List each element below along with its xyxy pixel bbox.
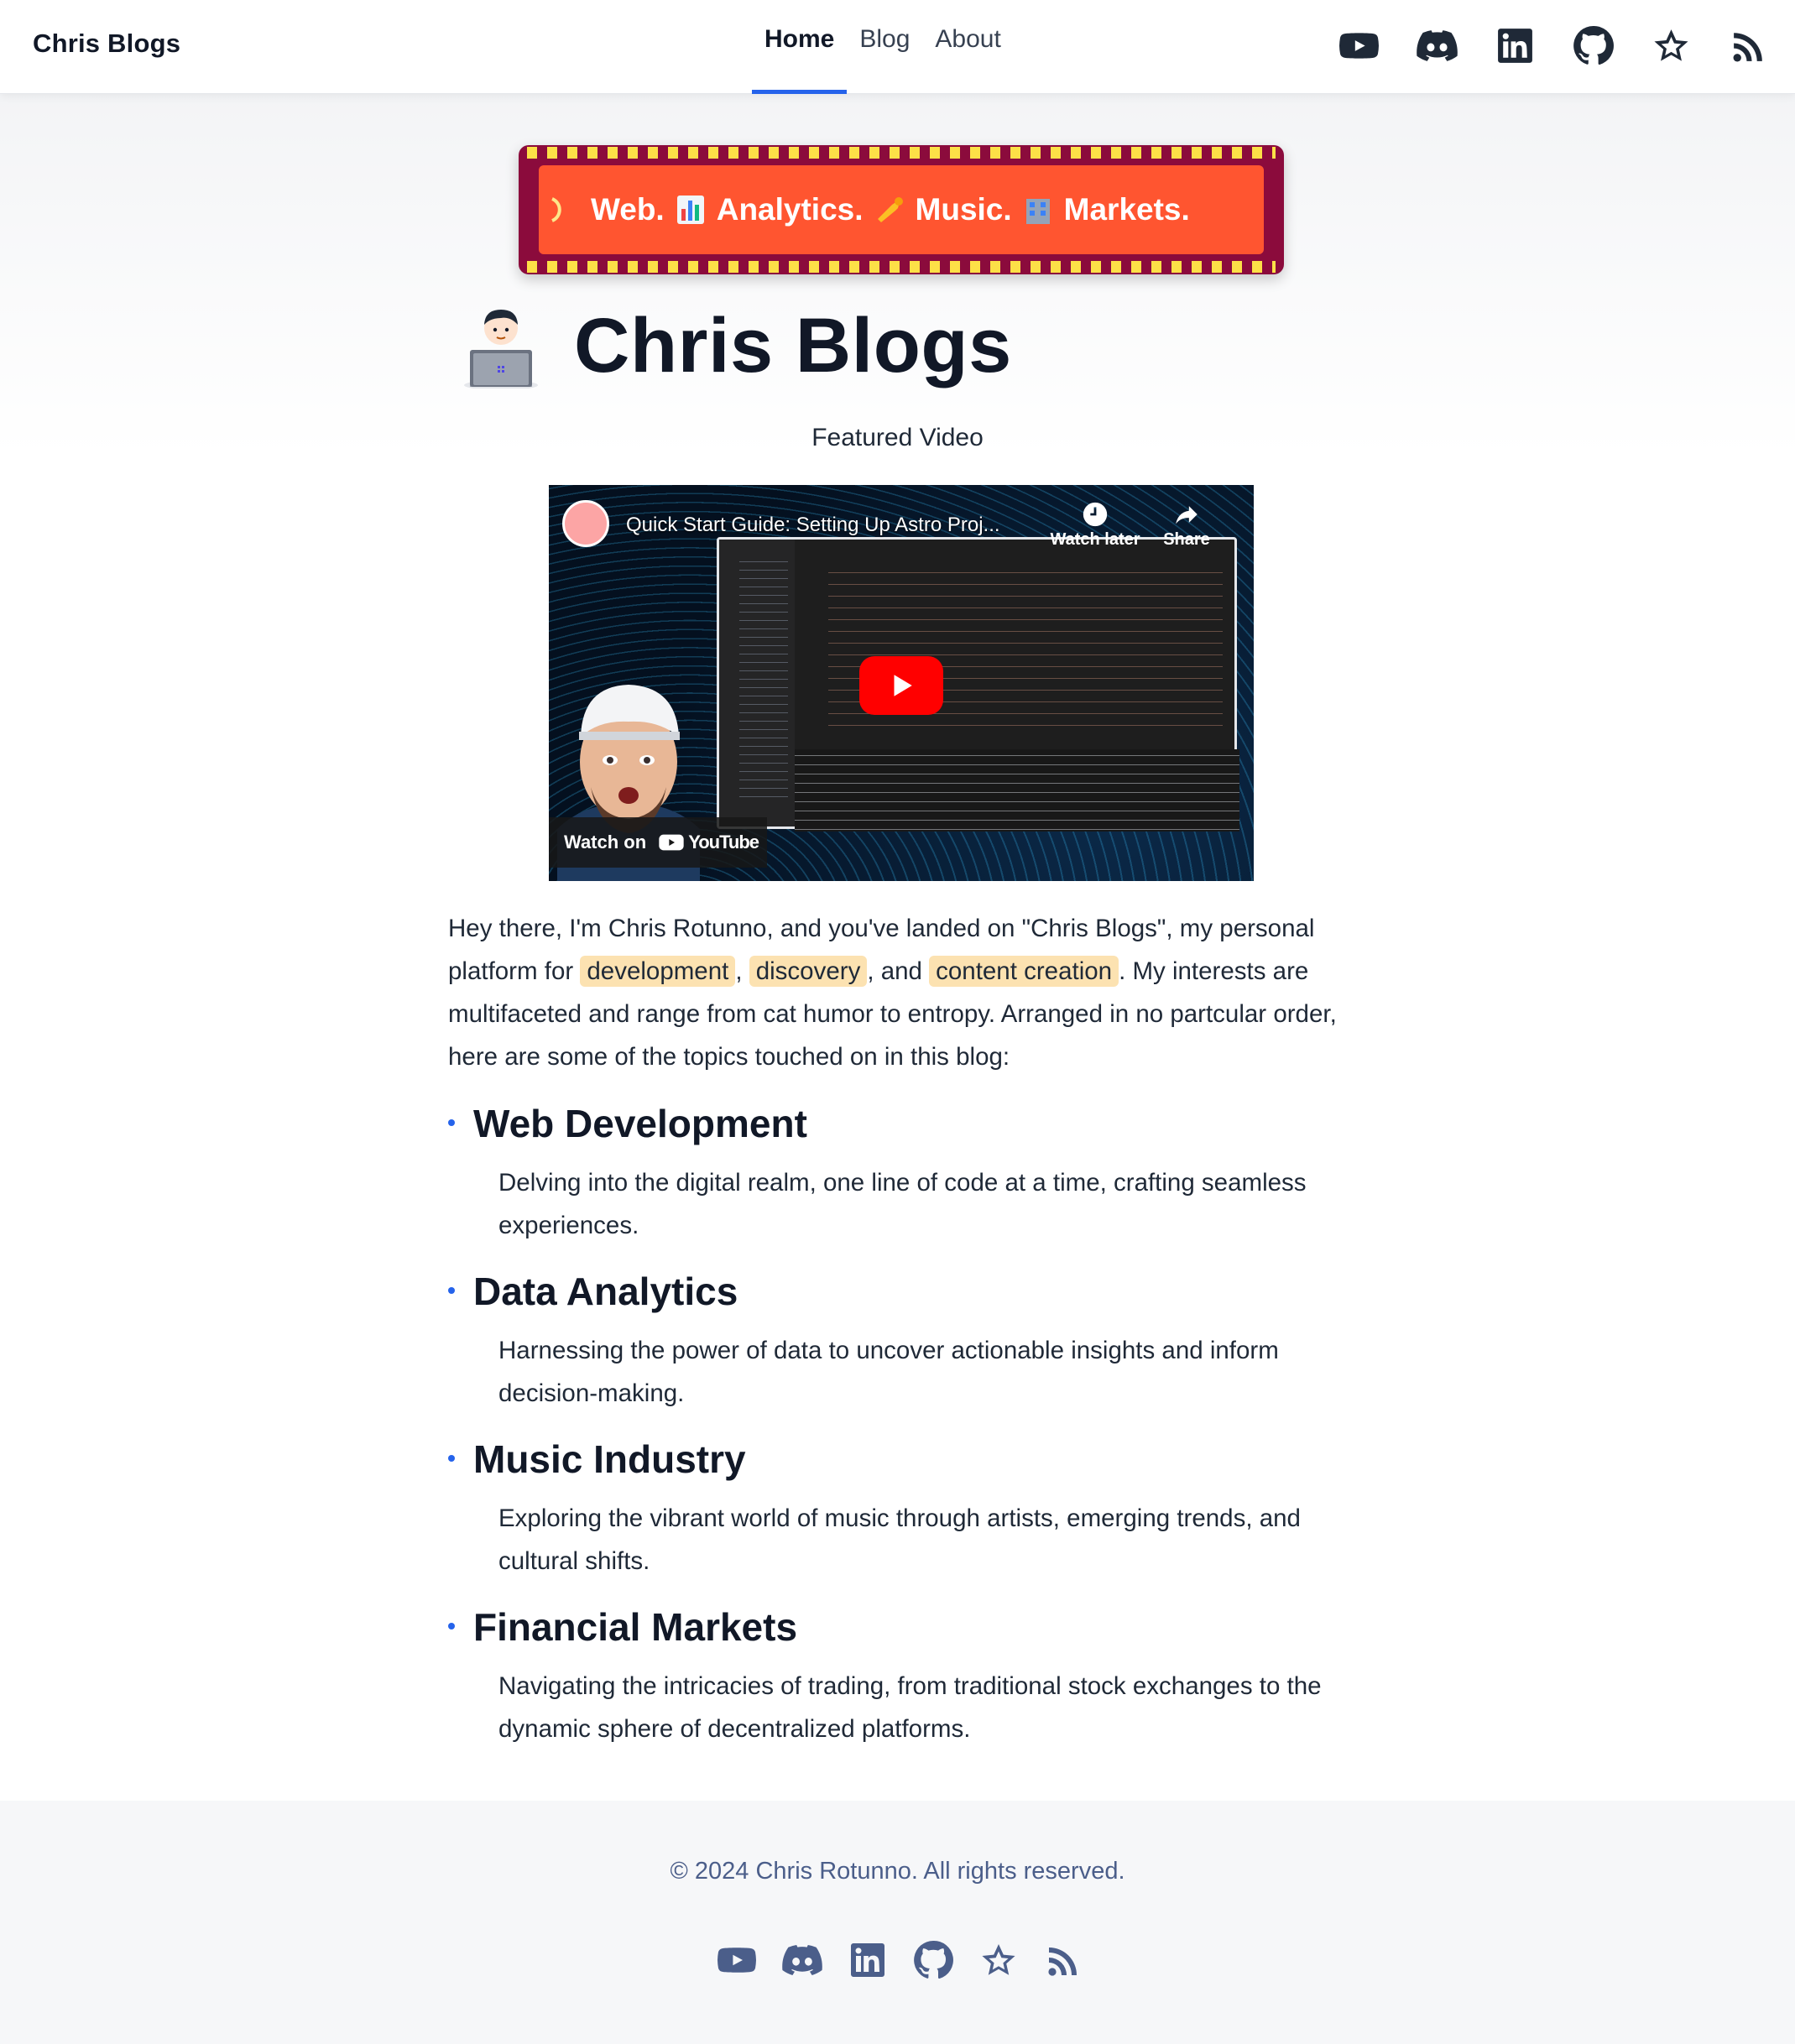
topic-title: Data Analytics: [473, 1270, 738, 1313]
youtube-wordmark: YouTube: [658, 829, 759, 856]
youtube-icon[interactable]: [717, 1940, 757, 1980]
site-footer: © 2024 Chris Rotunno. All rights reserve…: [0, 1801, 1795, 2044]
topic-title: Music Industry: [473, 1437, 746, 1481]
thumbnail-terminal: [795, 749, 1239, 832]
youtube-icon[interactable]: [1338, 25, 1380, 66]
linkedin-icon[interactable]: [1495, 25, 1536, 66]
star-icon[interactable]: [978, 1940, 1019, 1980]
brand-link[interactable]: Chris Blogs: [33, 29, 180, 59]
topic-title: Web Development: [473, 1102, 807, 1145]
globe-emoji-icon: [551, 194, 579, 226]
channel-avatar[interactable]: [562, 500, 609, 547]
tag-discovery[interactable]: discovery: [749, 956, 868, 987]
topic-description: Exploring the vibrant world of music thr…: [498, 1504, 1301, 1575]
intro-separator-2: , and: [867, 957, 930, 985]
watch-later-button[interactable]: Watch later: [1049, 500, 1141, 550]
tag-development[interactable]: development: [580, 956, 736, 987]
bullet-icon: [448, 1287, 455, 1294]
topic-description: Delving into the digital realm, one line…: [498, 1169, 1307, 1239]
youtube-embed[interactable]: Quick Start Guide: Setting Up Astro Proj…: [549, 485, 1254, 881]
nav-about[interactable]: About: [922, 25, 1013, 94]
marquee-text: Web. Analytics. Music. Markets.: [539, 192, 1190, 227]
share-label: Share: [1163, 530, 1210, 549]
discord-icon[interactable]: [1417, 25, 1458, 66]
star-icon[interactable]: [1651, 25, 1692, 66]
page-title: Chris Blogs: [574, 303, 1012, 388]
marquee-lights-top: [527, 147, 1276, 159]
linkedin-icon[interactable]: [848, 1940, 888, 1980]
bullet-icon: [448, 1623, 455, 1629]
bullet-icon: [448, 1119, 455, 1126]
site-header: Chris Blogs Home Blog About: [0, 0, 1795, 94]
watch-on-youtube-button[interactable]: Watch on YouTube: [549, 817, 767, 868]
marquee-item-web: Web.: [591, 192, 665, 227]
intro-separator-1: ,: [735, 957, 749, 985]
watch-later-label: Watch later: [1050, 530, 1140, 549]
technologist-emoji-icon: [460, 305, 542, 390]
video-title[interactable]: Quick Start Guide: Setting Up Astro Proj…: [626, 514, 1000, 537]
rss-icon[interactable]: [1729, 25, 1770, 66]
marquee-item-analytics: Analytics.: [716, 192, 864, 227]
featured-video-label: Featured Video: [811, 424, 984, 451]
play-button[interactable]: [859, 656, 943, 715]
hero-title-row: Chris Blogs: [460, 302, 1012, 390]
page: Chris Blogs Home Blog About Web. Analyti…: [0, 0, 1795, 2044]
footer-social-links: [717, 1940, 1084, 1980]
discord-icon[interactable]: [782, 1940, 822, 1980]
rss-icon[interactable]: [1044, 1940, 1084, 1980]
topic-title: Financial Markets: [473, 1605, 798, 1649]
header-social-links: [1338, 25, 1770, 66]
nav-blog[interactable]: Blog: [847, 25, 922, 94]
marquee-item-markets: Markets.: [1063, 192, 1190, 227]
thumbnail-file-tree: [739, 556, 788, 800]
github-icon[interactable]: [1573, 25, 1614, 66]
tag-content-creation[interactable]: content creation: [929, 956, 1119, 987]
youtube-logo-icon: [659, 834, 684, 851]
marquee-panel: Web. Analytics. Music. Markets.: [539, 165, 1264, 254]
bar-chart-emoji-icon: [676, 194, 705, 226]
trumpet-emoji-icon: [875, 194, 904, 226]
share-button[interactable]: Share: [1153, 500, 1220, 550]
intro-paragraph: Hey there, I'm Chris Rotunno, and you've…: [448, 907, 1359, 1078]
github-icon[interactable]: [913, 1940, 953, 1980]
nav-home[interactable]: Home: [752, 25, 848, 94]
clock-icon: [1083, 502, 1108, 527]
video-thumbnail-code-screen: [717, 537, 1239, 832]
marquee-item-music: Music.: [915, 192, 1012, 227]
watch-on-label: Watch on: [564, 832, 647, 853]
marquee-lights-bottom: [527, 261, 1276, 273]
marquee-banner: Web. Analytics. Music. Markets.: [519, 145, 1284, 274]
bank-emoji-icon: [1024, 194, 1052, 226]
topic-description: Harnessing the power of data to uncover …: [498, 1337, 1279, 1407]
play-icon: [894, 675, 912, 696]
share-arrow-icon: [1176, 506, 1198, 524]
copyright-text: © 2024 Chris Rotunno. All rights reserve…: [670, 1858, 1125, 1885]
topic-description: Navigating the intricacies of trading, f…: [498, 1672, 1322, 1743]
youtube-wordmark-text: YouTube: [688, 832, 759, 853]
main-nav: Home Blog About: [752, 25, 1014, 94]
bullet-icon: [448, 1455, 455, 1462]
